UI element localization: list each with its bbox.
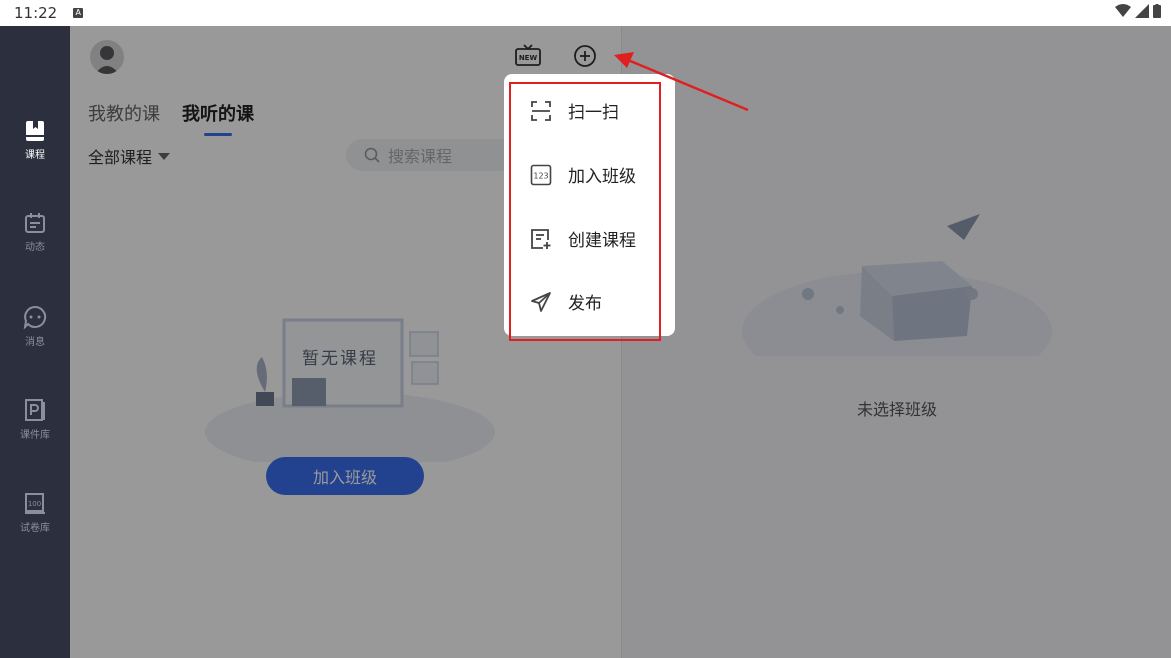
sidebar-item-courseware[interactable]: 课件库 <box>0 398 70 441</box>
svg-text:100: 100 <box>28 500 41 508</box>
status-bar: 11:22 A <box>0 0 1171 26</box>
courseware-icon <box>25 399 45 421</box>
menu-item-label: 加入班级 <box>568 167 636 187</box>
wifi-icon <box>1115 4 1131 17</box>
scan-icon <box>531 100 551 121</box>
signal-icon <box>1135 4 1149 18</box>
sidebar-item-label: 动态 <box>25 242 45 253</box>
chat-icon <box>23 305 47 329</box>
sidebar-item-label: 课程 <box>25 150 45 161</box>
menu-item-publish[interactable]: 发布 <box>530 289 602 314</box>
status-icons <box>1115 4 1161 18</box>
menu-item-join-class[interactable]: 123 加入班级 <box>530 162 636 187</box>
sidebar-item-course[interactable]: 课程 <box>0 120 70 161</box>
menu-item-create-course[interactable]: 创建课程 <box>530 226 636 251</box>
join-class-icon: 123 <box>530 164 552 185</box>
menu-item-label: 发布 <box>568 294 602 314</box>
sidebar-item-activity[interactable]: 动态 <box>0 212 70 253</box>
send-icon <box>531 291 551 312</box>
menu-item-label: 创建课程 <box>568 231 636 251</box>
exam-icon: 100 <box>25 493 45 514</box>
sidebar-item-label: 消息 <box>25 337 45 348</box>
sidebar-item-exam[interactable]: 100 试卷库 <box>0 491 70 534</box>
sidebar-item-label: 课件库 <box>20 430 50 441</box>
notification-icon: A <box>73 8 84 18</box>
battery-icon <box>1153 4 1161 18</box>
calendar-icon <box>25 213 45 233</box>
status-time: 11:22 <box>14 4 58 22</box>
side-navigation: 课程 动态 消息 课件库 100 试卷库 <box>0 26 70 658</box>
annotation-arrow <box>614 52 749 112</box>
sidebar-item-label: 试卷库 <box>20 523 50 534</box>
create-course-icon <box>531 228 551 249</box>
book-icon <box>26 121 44 141</box>
svg-text:123: 123 <box>533 171 548 180</box>
sidebar-item-messages[interactable]: 消息 <box>0 305 70 348</box>
